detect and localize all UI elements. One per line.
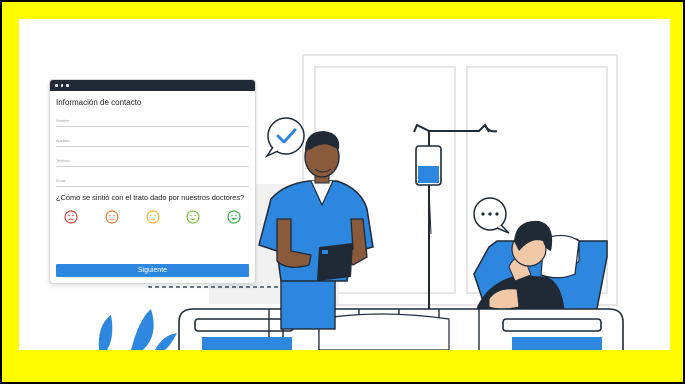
bed-blue-panel-left <box>202 337 292 350</box>
ellipsis-speech-bubble-icon <box>473 197 510 234</box>
email-field-placeholder: Email <box>56 179 66 183</box>
sad-face-icon[interactable] <box>105 210 119 224</box>
name-field[interactable]: Nombre <box>56 107 249 127</box>
form-title: Información de contacto <box>56 98 142 107</box>
contact-form-card: Información de contacto Nombre Apellido … <box>49 79 256 284</box>
illustration-canvas: Información de contacto Nombre Apellido … <box>19 19 670 350</box>
surname-field-placeholder: Apellido <box>56 139 70 143</box>
next-button[interactable]: Siguiente <box>56 264 249 277</box>
plant-leaves <box>98 309 177 350</box>
checkmark-speech-bubble-icon <box>264 117 305 158</box>
blanket <box>318 313 450 350</box>
rating-faces <box>50 210 255 224</box>
window-dot-1 <box>55 84 58 87</box>
very-sad-face-icon[interactable] <box>64 210 78 224</box>
window-titlebar <box>50 80 255 91</box>
bed-blue-panel-right <box>512 337 602 350</box>
yellow-frame: Información de contacto Nombre Apellido … <box>0 0 685 384</box>
satisfaction-question: ¿Cómo se sintió con el trato dado por nu… <box>56 193 245 202</box>
happy-face-icon[interactable] <box>186 210 200 224</box>
phone-field-placeholder: Teléfono <box>56 159 71 163</box>
very-happy-face-icon[interactable] <box>227 210 241 224</box>
neutral-face-icon[interactable] <box>145 210 160 224</box>
surname-field[interactable]: Apellido <box>56 127 249 147</box>
phone-field[interactable]: Teléfono <box>56 147 249 167</box>
window-dot-3 <box>66 84 69 87</box>
email-field[interactable]: Email <box>56 167 249 187</box>
window-dot-2 <box>60 84 63 87</box>
name-field-placeholder: Nombre <box>56 119 70 123</box>
